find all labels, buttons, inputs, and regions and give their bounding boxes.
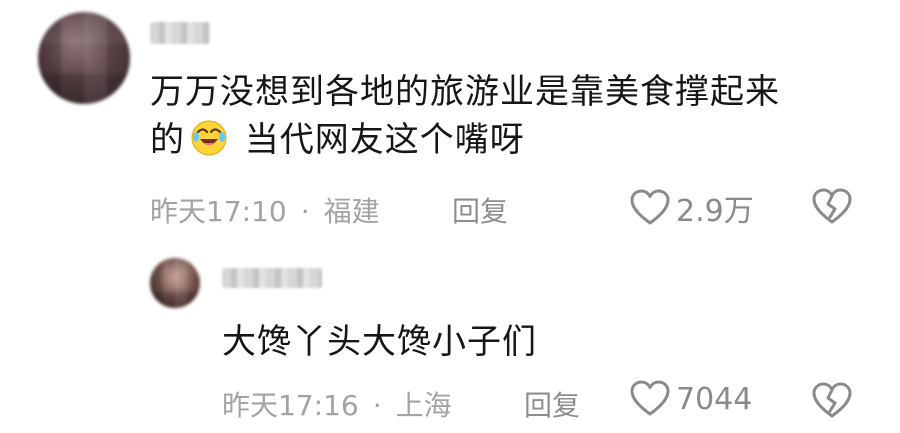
reply-meta: 昨天17:16 · 上海 <box>222 384 452 424</box>
timestamp: 昨天17:16 <box>222 389 359 422</box>
separator: · <box>300 195 310 228</box>
comment-text: 万万没想到各地的旅游业是靠美食撑起来 的 当代网友这个嘴呀 <box>150 72 780 160</box>
like-button[interactable]: 7044 <box>630 380 752 418</box>
username-blurred[interactable] <box>150 22 210 44</box>
heart-outline-icon <box>630 189 670 225</box>
heart-outline-icon <box>630 380 670 416</box>
like-count: 2.9万 <box>676 194 754 229</box>
comment-meta: 昨天17:10 · 福建 <box>150 190 380 230</box>
separator: · <box>372 389 382 422</box>
laughing-tears-emoji-icon <box>191 120 227 156</box>
like-count: 7044 <box>676 381 753 417</box>
reply-username-blurred[interactable] <box>222 268 322 288</box>
location: 福建 <box>323 195 380 228</box>
like-button[interactable]: 2.9万 <box>630 186 754 230</box>
reply-avatar[interactable] <box>150 258 200 308</box>
avatar[interactable] <box>38 12 130 104</box>
timestamp: 昨天17:10 <box>150 195 287 228</box>
reply-button[interactable]: 回复 <box>452 190 508 230</box>
location: 上海 <box>395 389 452 422</box>
dislike-button[interactable] <box>812 382 852 420</box>
dislike-button[interactable] <box>812 188 852 226</box>
reply-button[interactable]: 回复 <box>524 384 580 424</box>
reply-text: 大馋丫头大馋小子们 <box>222 322 537 362</box>
